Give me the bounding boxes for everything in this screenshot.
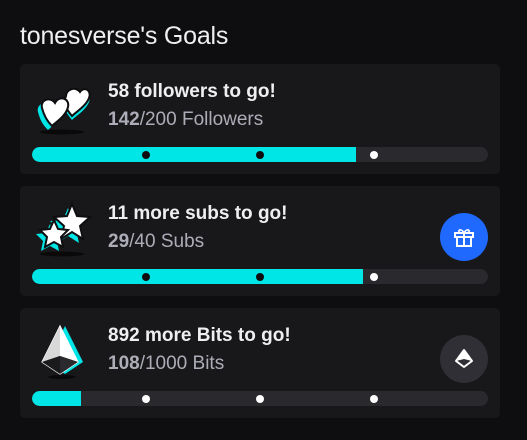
panel-title: tonesverse's Goals	[20, 22, 229, 50]
followers-goal-card: 58 followers to go! 142/200 Followers	[20, 64, 500, 174]
progress-fill	[32, 269, 363, 284]
goal-target: /1000 Bits	[139, 353, 225, 374]
milestone-marker	[370, 394, 378, 403]
goal-current: 108	[108, 353, 140, 374]
goal-count: 29/40 Subs	[108, 231, 204, 253]
hearts-icon	[34, 78, 92, 136]
milestone-marker	[370, 272, 378, 281]
goal-heading: 11 more subs to go!	[108, 203, 288, 224]
milestone-marker	[370, 150, 378, 159]
gift-sub-button[interactable]	[440, 213, 488, 261]
milestone-marker	[142, 150, 150, 159]
milestone-marker	[256, 394, 264, 403]
stars-icon	[34, 200, 92, 258]
gift-icon	[454, 229, 474, 247]
goal-current: 142	[108, 109, 140, 130]
goal-target: /40 Subs	[129, 231, 205, 252]
milestone-marker	[142, 272, 150, 281]
milestone-marker	[256, 272, 264, 281]
bits-gem-icon	[34, 322, 92, 380]
bits-icon	[455, 349, 473, 368]
goal-current: 29	[108, 231, 130, 252]
bits-goal-card: 892 more Bits to go! 108/1000 Bits	[20, 308, 500, 418]
goal-count: 142/200 Followers	[108, 109, 263, 131]
goal-count: 108/1000 Bits	[108, 353, 224, 375]
milestone-marker	[256, 150, 264, 159]
milestone-marker	[142, 394, 150, 403]
progress-fill	[32, 391, 82, 406]
goal-heading: 58 followers to go!	[108, 81, 276, 102]
cheer-bits-button[interactable]	[440, 335, 488, 383]
progress-bar	[32, 147, 488, 162]
progress-bar	[32, 269, 488, 284]
progress-fill	[32, 147, 356, 162]
goal-heading: 892 more Bits to go!	[108, 325, 291, 346]
goal-target: /200 Followers	[139, 109, 264, 130]
subs-goal-card: 11 more subs to go! 29/40 Subs	[20, 186, 500, 296]
progress-bar	[32, 391, 488, 406]
